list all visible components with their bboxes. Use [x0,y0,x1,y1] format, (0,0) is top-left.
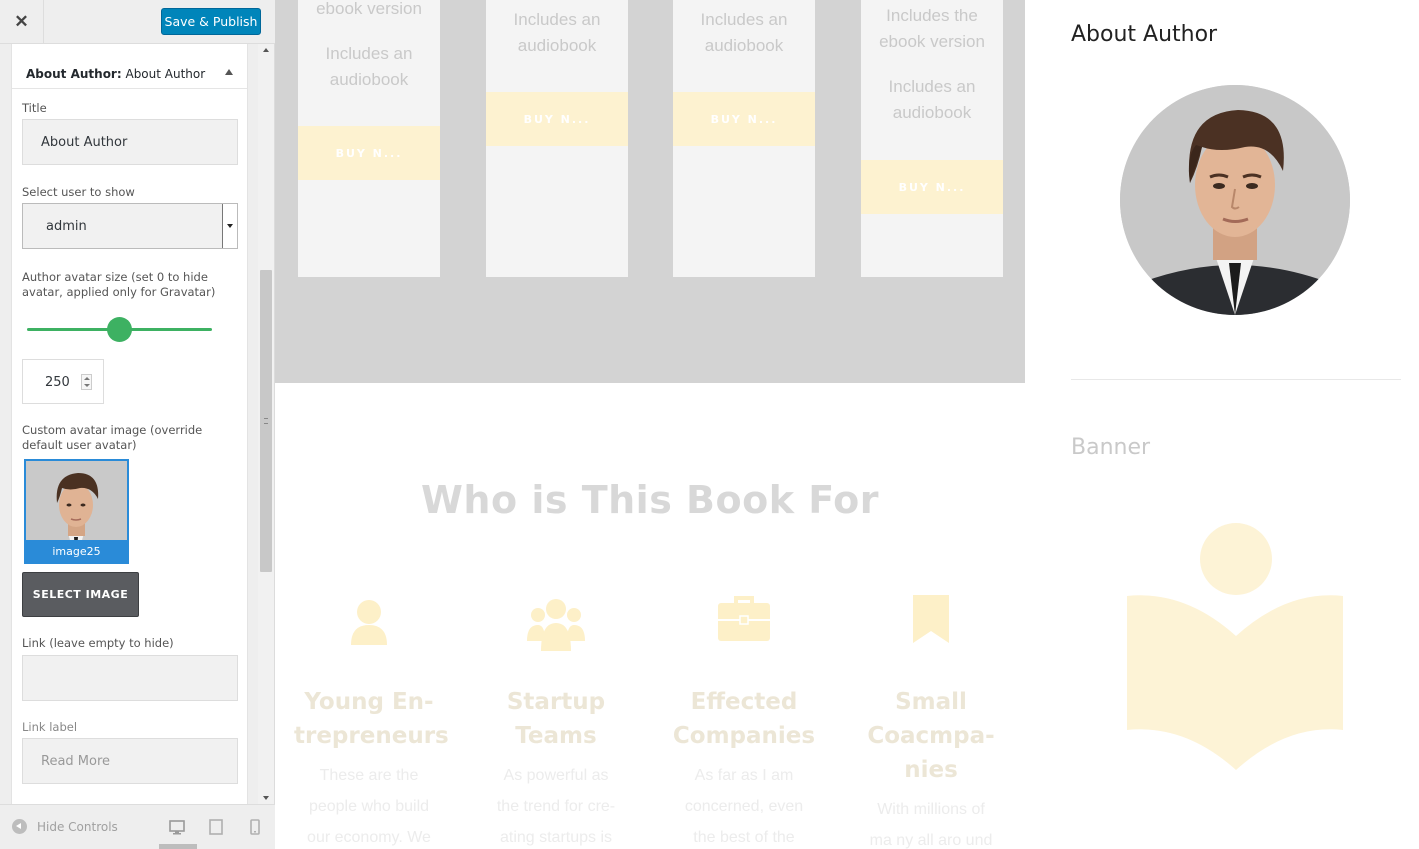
card-text: audiobook [517,36,597,55]
customizer-screen: ✕ Save & Publish About Author: About Aut… [0,0,1419,849]
panel-header: ✕ Save & Publish [0,0,275,44]
desktop-icon[interactable] [168,818,186,836]
buy-now-button[interactable]: BUY N... [673,92,815,146]
bookmark-icon [913,595,949,643]
audience-name: Coacmpa- [867,723,995,749]
author-avatar-image [1120,85,1350,315]
pricing-section: ebook version Includes an audiobook BUY … [275,0,1025,383]
collapse-arrow-icon[interactable] [225,69,233,75]
audience-name: Small [895,689,967,715]
audience-name: Effected [690,689,798,715]
briefcase-icon [718,596,770,641]
widget-section-header[interactable]: About Author: About Author [12,49,247,89]
card-text: ebook version [879,32,985,51]
number-spinner[interactable] [81,374,92,390]
audience-name: Teams [515,723,597,749]
audience-desc: These are the [319,767,419,784]
close-button[interactable]: ✕ [0,0,44,44]
widget-form: About Author: About Author Title About A… [11,44,248,804]
panel-scrollbar[interactable] [258,44,274,804]
pricing-card: ebook version Includes an audiobook BUY … [298,0,440,277]
panel-footer: Hide Controls [0,804,275,849]
card-text: Includes an [888,77,976,96]
user-select-label: Select user to show [22,185,135,199]
section-heading: Who is This Book For [421,478,879,522]
save-publish-button[interactable]: Save & Publish [161,8,261,35]
card-text: audiobook [329,70,409,89]
audience-desc: the best of the [693,829,795,846]
author-avatar [1120,85,1350,315]
about-author-widget-title: About Author [1071,22,1218,47]
audience-desc: concerned, even [684,798,804,815]
audience-desc: As far as I am [694,767,794,784]
hide-controls-button[interactable]: Hide Controls [12,819,118,834]
widget-divider [1071,379,1401,380]
user-select[interactable]: admin [22,203,238,249]
scrollbar-thumb[interactable] [260,270,272,572]
user-select-value: admin [46,218,87,234]
audience-desc: our economy. We [307,829,431,846]
audience-desc: ating startups is [499,829,613,846]
link-text-input[interactable]: Read More [22,738,238,784]
card-text: Includes an [513,10,601,29]
site-preview: ebook version Includes an audiobook BUY … [275,0,1419,849]
pricing-card: Includes an audiobook BUY N... [486,0,628,277]
audience-desc: the trend for cre- [496,798,616,815]
pricing-card: Includes the ebook version Includes an a… [861,0,1003,277]
audience-name: Companies [672,723,816,749]
group-icon [527,599,585,651]
custom-avatar-label: Custom avatar image (override default us… [22,423,203,452]
section-name: About Author [125,67,206,81]
title-input[interactable]: About Author [22,119,238,165]
buy-now-button[interactable]: BUY N... [861,160,1003,214]
select-image-button[interactable]: SELECT IMAGE [22,572,139,617]
link-input[interactable] [22,655,238,701]
link-label: Link (leave empty to hide) [22,636,174,650]
mobile-icon[interactable] [246,818,264,836]
audience-name: Young En- [304,689,434,715]
scroll-up-icon[interactable] [263,48,269,52]
pricing-card: Includes an audiobook BUY N... [673,0,815,277]
section-prefix: About Author: [26,67,122,81]
card-text: Includes the [886,6,978,25]
audience-desc: people who build [308,798,430,815]
card-text: Includes an [325,44,413,63]
link-text-label: Link label [22,720,78,734]
custom-avatar-thumbnail[interactable]: image25 [24,459,129,564]
hide-controls-label: Hide Controls [37,819,118,834]
card-text: ebook version [316,0,422,18]
banner-widget-title: Banner [1071,435,1151,460]
reading-person-icon [1127,523,1343,770]
card-text: audiobook [704,36,784,55]
dropdown-arrow-icon[interactable] [222,204,237,248]
audience-name: Startup [506,689,606,715]
buy-now-button[interactable]: BUY N... [298,126,440,180]
audience-desc: As powerful as [503,767,609,784]
card-text: Includes an [700,10,788,29]
scroll-down-icon[interactable] [263,796,269,800]
buy-now-button[interactable]: BUY N... [486,92,628,146]
thumbnail-caption: image25 [26,540,127,562]
audience-name: nies [904,757,958,783]
user-icon [351,600,387,645]
avatar-size-value: 250 [45,375,70,390]
avatar-size-number-input[interactable]: 250 [22,359,104,404]
audience-desc: ma ny all aro und [869,832,993,849]
collapse-circle-icon [12,819,27,834]
audience-desc: With millions of [877,801,985,818]
customizer-panel: ✕ Save & Publish About Author: About Aut… [0,0,275,849]
title-label: Title [22,101,47,115]
card-text: audiobook [892,103,972,122]
audience-name: trepreneurs [294,723,449,749]
active-device-indicator [159,844,197,849]
avatar-size-label: Author avatar size (set 0 to hide avatar… [22,270,216,299]
avatar-size-slider-handle[interactable] [107,317,132,342]
tablet-icon[interactable] [207,818,225,836]
